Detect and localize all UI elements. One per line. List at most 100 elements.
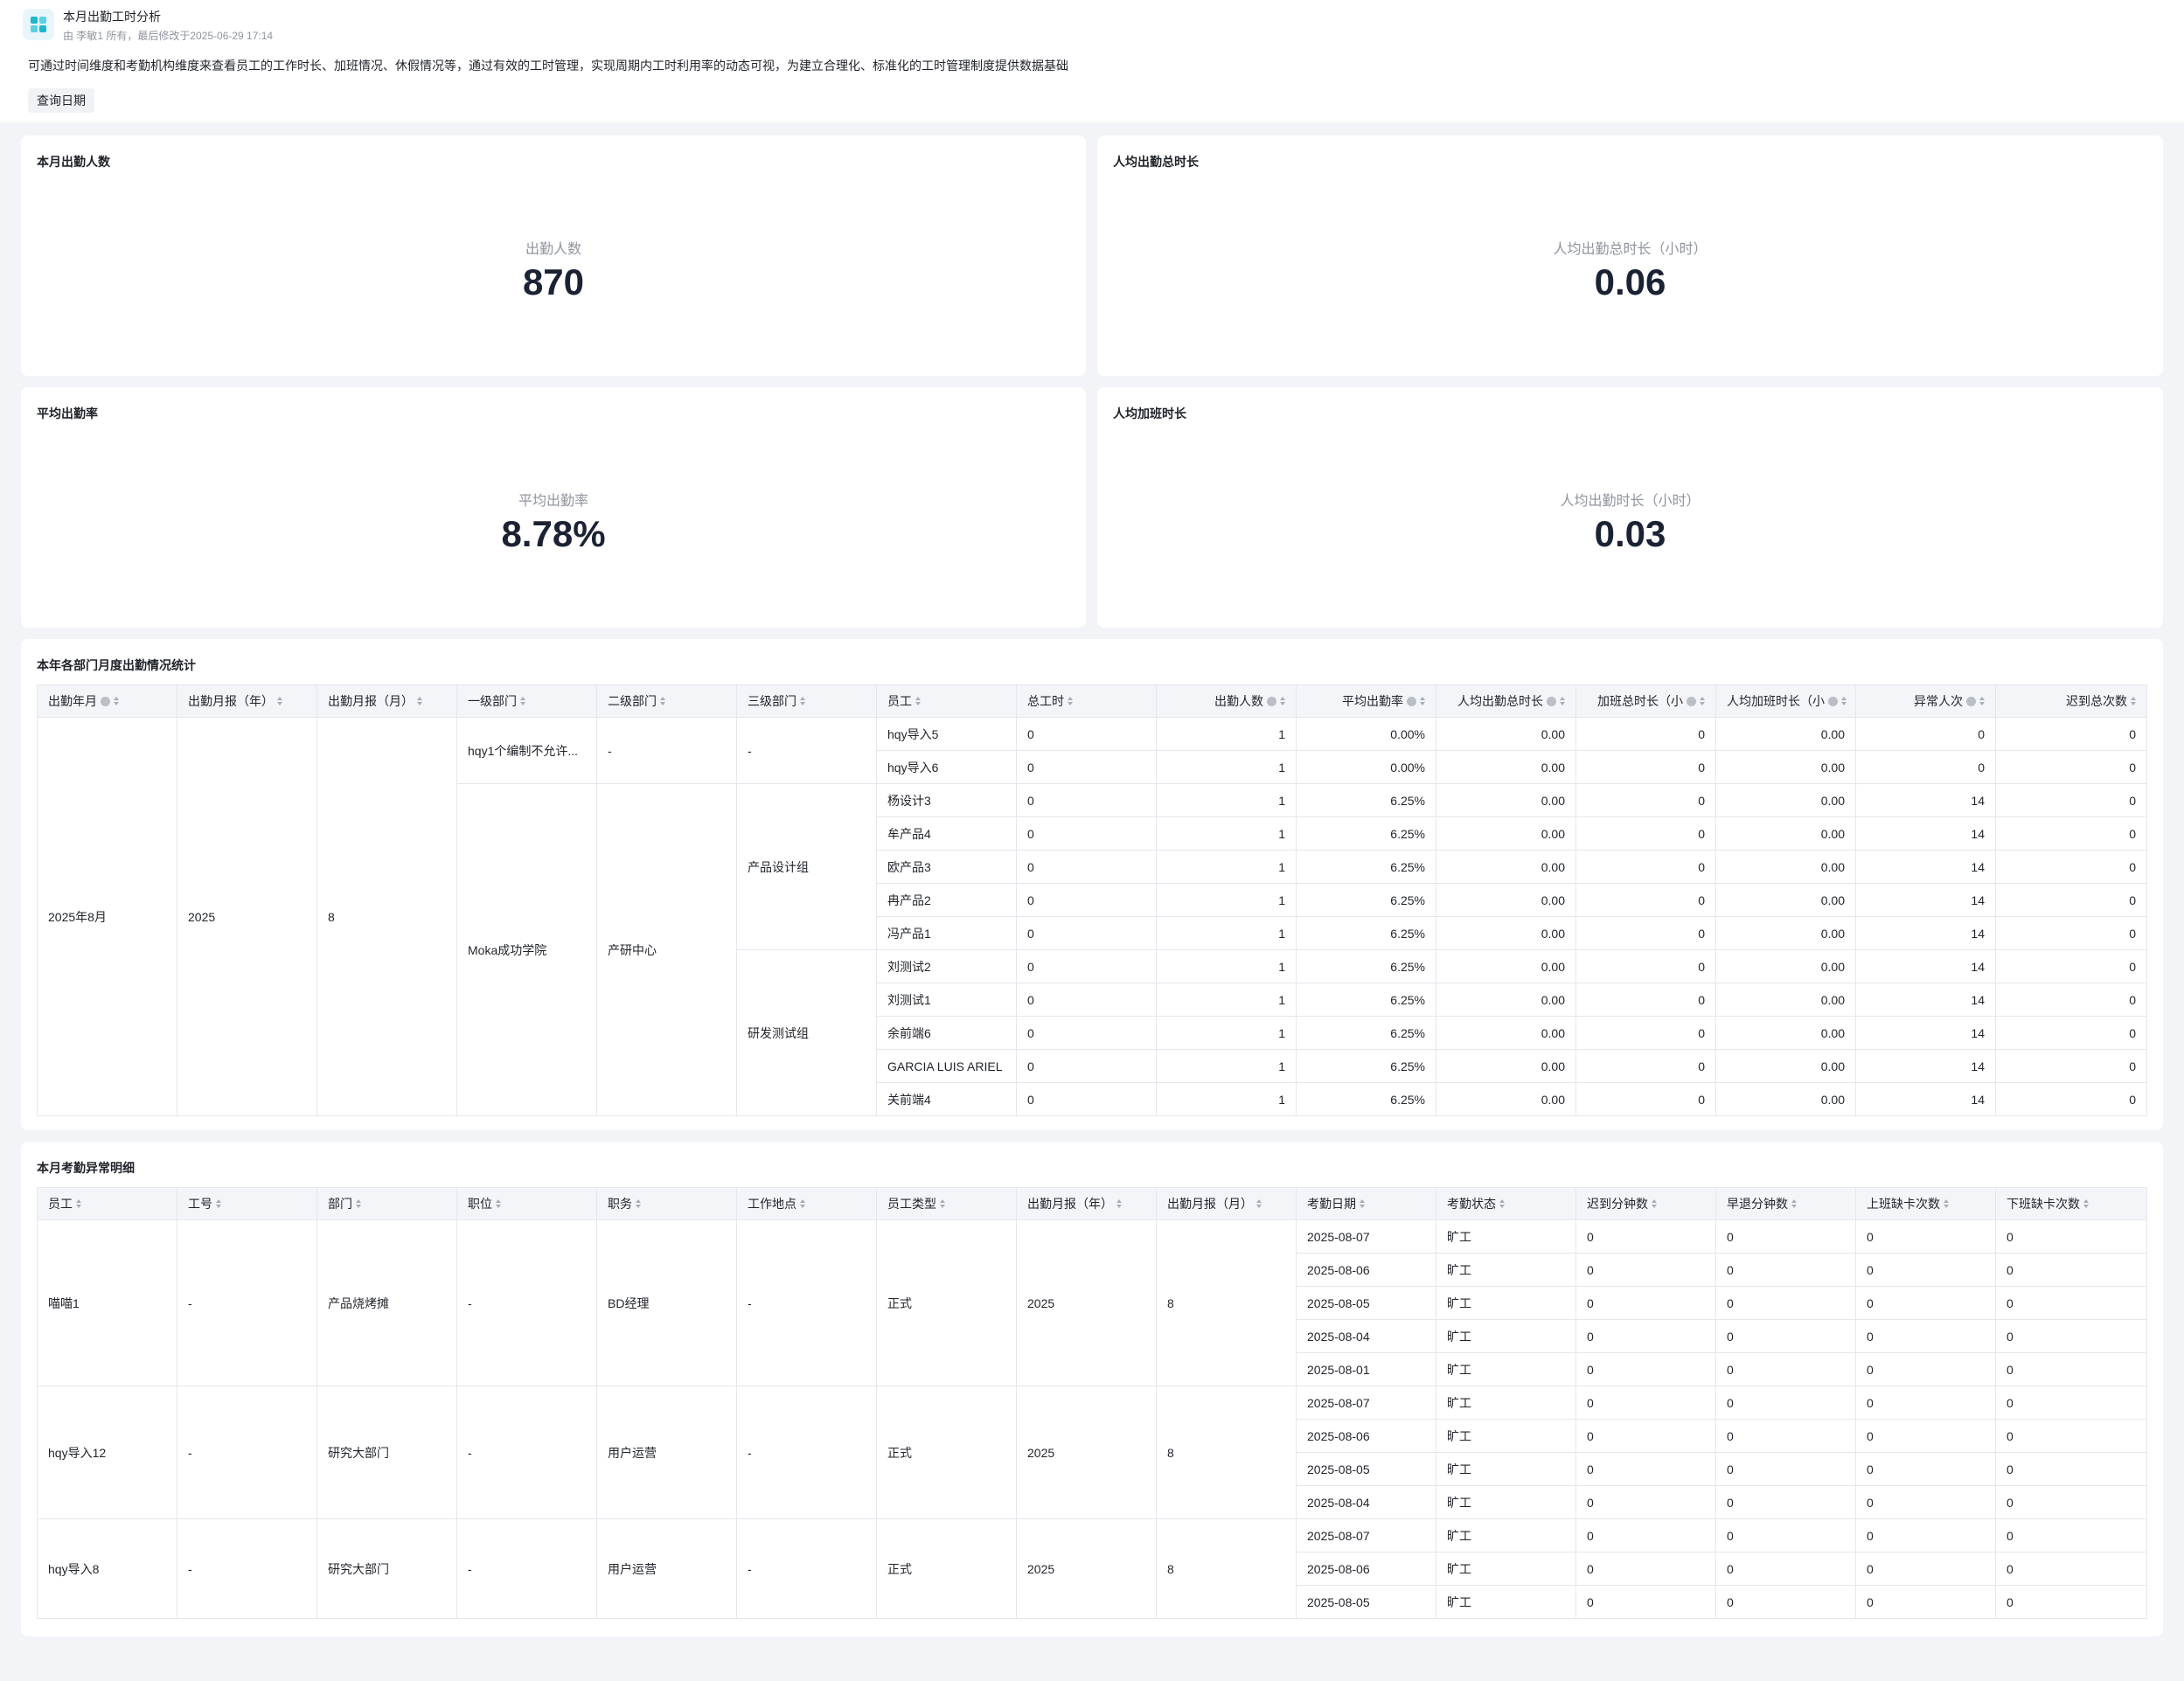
- table-cell: 2025-08-07: [1296, 1518, 1436, 1552]
- sort-icon[interactable]: [1420, 697, 1425, 705]
- sort-icon[interactable]: [660, 697, 665, 705]
- table-cell: 14: [1855, 883, 1996, 917]
- info-icon[interactable]: [1407, 696, 1416, 706]
- column-header[interactable]: 二级部门: [596, 684, 737, 718]
- column-header[interactable]: 部门: [316, 1187, 457, 1220]
- column-header[interactable]: 考勤状态: [1436, 1187, 1576, 1220]
- column-header[interactable]: 出勤人数: [1156, 684, 1297, 718]
- table-cell: 0: [1575, 1049, 1716, 1083]
- column-header[interactable]: 出勤月报（年）: [177, 684, 317, 718]
- table-cell: 0: [1855, 717, 1996, 751]
- sort-icon[interactable]: [76, 1199, 81, 1208]
- table-cell: 0: [1855, 1253, 1996, 1287]
- table-cell: 0.00: [1436, 1016, 1576, 1050]
- sort-icon[interactable]: [520, 697, 525, 705]
- info-icon[interactable]: [1687, 696, 1696, 706]
- table-cell: hqy导入8: [37, 1518, 177, 1619]
- column-header[interactable]: 迟到分钟数: [1575, 1187, 1716, 1220]
- table-cell: 2025-08-06: [1296, 1552, 1436, 1586]
- column-header-label: 出勤月报（月）: [328, 694, 414, 708]
- table-cell: -: [736, 1518, 877, 1619]
- table-cell: 0.00: [1436, 783, 1576, 817]
- sort-icon[interactable]: [2083, 1199, 2089, 1208]
- column-header[interactable]: 上班缺卡次数: [1855, 1187, 1996, 1220]
- column-header[interactable]: 加班总时长（小: [1575, 684, 1716, 718]
- table-cell: 0: [1855, 1319, 1996, 1353]
- sort-icon[interactable]: [2131, 697, 2136, 705]
- column-header[interactable]: 迟到总次数: [1995, 684, 2147, 718]
- sort-icon[interactable]: [496, 1199, 501, 1208]
- table-cell: Moka成功学院: [456, 783, 597, 1116]
- column-header-label: 员工: [887, 694, 912, 708]
- sort-icon[interactable]: [1116, 1199, 1122, 1208]
- column-header[interactable]: 出勤年月: [37, 684, 177, 718]
- column-header[interactable]: 员工: [37, 1187, 177, 1220]
- column-header[interactable]: 出勤月报（年）: [1016, 1187, 1157, 1220]
- table-cell: 0.00: [1715, 717, 1856, 751]
- column-header-label: 出勤年月: [48, 694, 97, 708]
- table-cell: 2025-08-04: [1296, 1319, 1436, 1353]
- sort-icon[interactable]: [1499, 1199, 1505, 1208]
- table-cell: 0: [1855, 1585, 1996, 1619]
- table-vertical-scrollbar[interactable]: [2146, 684, 2157, 1114]
- info-icon[interactable]: [1828, 696, 1838, 706]
- column-header[interactable]: 下班缺卡次数: [1995, 1187, 2147, 1220]
- sort-icon[interactable]: [940, 1199, 945, 1208]
- sort-icon[interactable]: [1700, 697, 1705, 705]
- table-cell: 0: [1575, 1419, 1716, 1453]
- sort-icon[interactable]: [800, 1199, 805, 1208]
- table-cell: 0: [1016, 850, 1157, 884]
- sort-icon[interactable]: [1652, 1199, 1657, 1208]
- table-cell: 0: [1575, 1585, 1716, 1619]
- kpi-card-avg-total-hours: 人均出勤总时长 人均出勤总时长（小时） 0.06: [1097, 135, 2163, 376]
- column-header[interactable]: 人均出勤总时长: [1436, 684, 1576, 718]
- sort-icon[interactable]: [417, 697, 422, 705]
- sort-icon[interactable]: [1979, 697, 1985, 705]
- sort-icon[interactable]: [915, 697, 921, 705]
- column-header[interactable]: 平均出勤率: [1296, 684, 1436, 718]
- column-header[interactable]: 人均加班时长（小: [1715, 684, 1856, 718]
- column-header[interactable]: 考勤日期: [1296, 1187, 1436, 1220]
- sort-icon[interactable]: [1560, 697, 1565, 705]
- column-header[interactable]: 三级部门: [736, 684, 877, 718]
- sort-icon[interactable]: [1256, 1199, 1262, 1208]
- column-header[interactable]: 出勤月报（月）: [316, 684, 457, 718]
- column-header[interactable]: 异常人次: [1855, 684, 1996, 718]
- column-header[interactable]: 工作地点: [736, 1187, 877, 1220]
- sort-icon[interactable]: [636, 1199, 641, 1208]
- table-cell: 正式: [876, 1386, 1017, 1519]
- table-cell: 14: [1855, 850, 1996, 884]
- sort-icon[interactable]: [1791, 1199, 1797, 1208]
- sort-icon[interactable]: [1280, 697, 1285, 705]
- table-cell: 2025-08-06: [1296, 1419, 1436, 1453]
- table-cell: 14: [1855, 983, 1996, 1017]
- column-header[interactable]: 员工类型: [876, 1187, 1017, 1220]
- sort-icon[interactable]: [216, 1199, 221, 1208]
- table-cell: 0: [1995, 1585, 2147, 1619]
- sort-icon[interactable]: [1841, 697, 1847, 705]
- column-header[interactable]: 总工时: [1016, 684, 1157, 718]
- info-icon[interactable]: [1267, 696, 1276, 706]
- info-icon[interactable]: [1966, 696, 1976, 706]
- column-header[interactable]: 工号: [177, 1187, 317, 1220]
- column-header[interactable]: 一级部门: [456, 684, 597, 718]
- sort-icon[interactable]: [356, 1199, 361, 1208]
- column-header[interactable]: 职务: [596, 1187, 737, 1220]
- sort-icon[interactable]: [800, 697, 805, 705]
- column-header[interactable]: 出勤月报（月）: [1156, 1187, 1297, 1220]
- column-header[interactable]: 员工: [876, 684, 1017, 718]
- column-header[interactable]: 早退分钟数: [1715, 1187, 1856, 1220]
- sort-icon[interactable]: [277, 697, 282, 705]
- info-icon[interactable]: [1547, 696, 1556, 706]
- sort-icon[interactable]: [1944, 1199, 1949, 1208]
- table-cell: 0: [1855, 750, 1996, 784]
- sort-icon[interactable]: [1360, 1199, 1365, 1208]
- info-icon[interactable]: [101, 696, 110, 706]
- table-cell: 0: [1575, 1253, 1716, 1287]
- query-date-filter-button[interactable]: 查询日期: [28, 88, 94, 113]
- sort-icon[interactable]: [1068, 697, 1073, 705]
- column-header[interactable]: 职位: [456, 1187, 597, 1220]
- table-cell: 8: [1156, 1386, 1297, 1519]
- table-vertical-scrollbar[interactable]: [2146, 1187, 2157, 1620]
- sort-icon[interactable]: [114, 697, 119, 705]
